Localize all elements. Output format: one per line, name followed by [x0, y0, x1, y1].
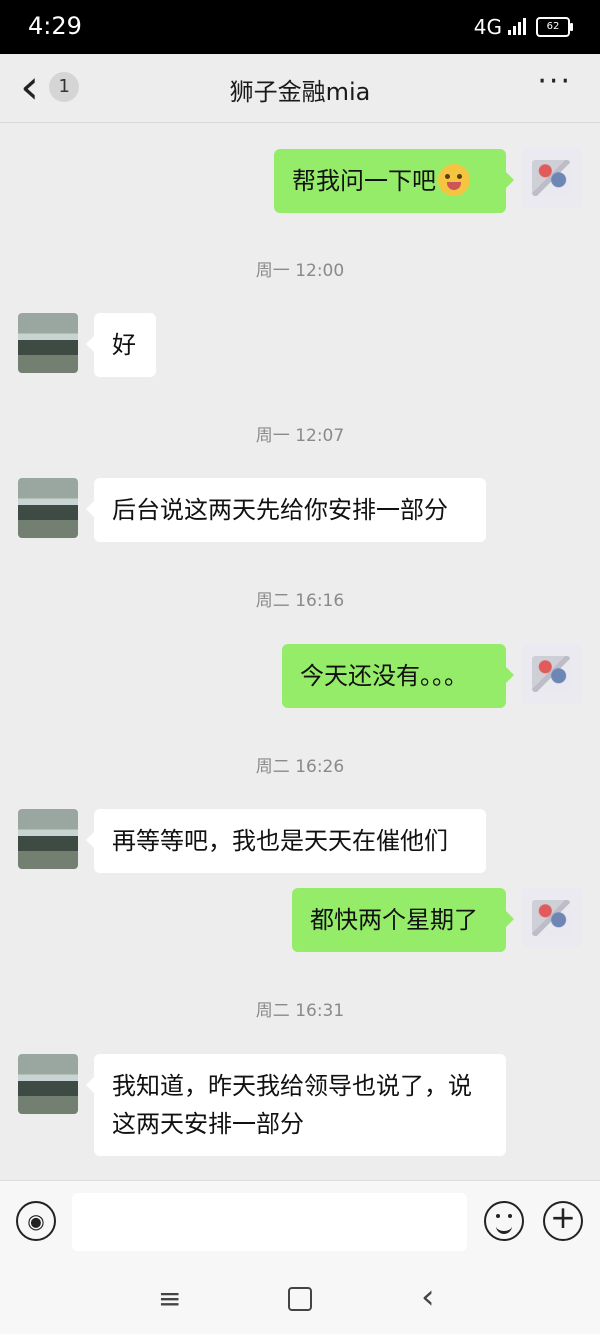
contact-avatar[interactable] [18, 809, 78, 869]
contact-avatar[interactable] [18, 1054, 78, 1114]
battery-icon: 62 [536, 17, 573, 37]
status-indicators: 4G 62 [473, 15, 573, 39]
message-input[interactable] [72, 1193, 467, 1251]
incoming-message[interactable]: 好 [86, 313, 156, 377]
signal-icon [508, 18, 526, 35]
outgoing-message[interactable]: 今天还没有。。。 [282, 644, 514, 708]
android-navigation-bar: ≡ ‹ [0, 1264, 600, 1334]
network-label: 4G [473, 15, 502, 39]
message-time: 周二 16:31 [255, 1001, 345, 1021]
menu-icon[interactable]: ≡ [158, 1282, 181, 1315]
voice-icon[interactable]: ◉ [16, 1201, 56, 1241]
emoji-picker-icon[interactable] [484, 1201, 524, 1241]
my-avatar[interactable] [522, 644, 582, 704]
emoji-icon [438, 164, 470, 196]
message-time: 周一 12:07 [255, 426, 345, 446]
chat-header: ‹ 1 狮子金融mia ··· [0, 54, 600, 123]
contact-avatar[interactable] [18, 313, 78, 373]
back-nav-icon[interactable]: ‹ [421, 1277, 435, 1317]
status-bar: 4:29 4G 62 [0, 0, 600, 54]
my-avatar[interactable] [522, 148, 582, 208]
message-time: 周一 12:00 [255, 261, 345, 281]
message-time: 周二 16:16 [255, 591, 345, 611]
contact-avatar[interactable] [18, 478, 78, 538]
incoming-message[interactable]: 后台说这两天先给你安排一部分 [86, 478, 486, 542]
incoming-message[interactable]: 再等等吧，我也是天天在催他们 [86, 809, 486, 873]
incoming-message[interactable]: 我知道，昨天我给领导也说了，说这两天安排一部分 [86, 1054, 506, 1156]
outgoing-message[interactable]: 都快两个星期了 [292, 888, 514, 952]
home-icon[interactable] [288, 1287, 312, 1311]
more-options-button[interactable]: ··· [537, 67, 572, 97]
chat-input-bar: ◉ + ≡ ‹ [0, 1180, 600, 1334]
chat-title: 狮子金融mia [229, 78, 371, 106]
outgoing-message[interactable]: 帮我问一下吧 [274, 149, 514, 213]
my-avatar[interactable] [522, 888, 582, 948]
message-time: 周二 16:26 [255, 757, 345, 777]
status-time: 4:29 [28, 12, 82, 40]
plus-icon[interactable]: + [543, 1201, 583, 1241]
